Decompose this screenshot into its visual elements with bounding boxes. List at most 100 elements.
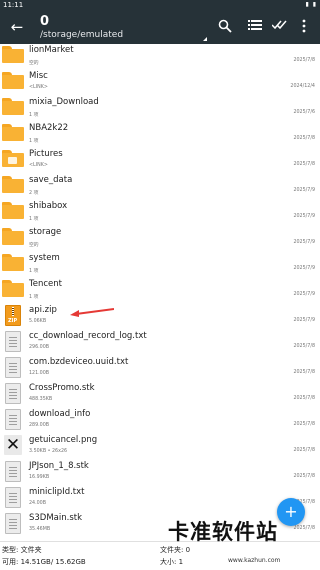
annotation-arrow-icon bbox=[70, 308, 114, 317]
item-name: cc_download_record_log.txt bbox=[29, 331, 147, 341]
document-file-icon bbox=[5, 357, 21, 378]
item-date: 2025/7/8 bbox=[293, 396, 315, 401]
list-item-file[interactable]: S3DMain.stk 35.46MB 2025/7/8 bbox=[0, 512, 320, 538]
item-date: 2025/7/8 bbox=[293, 344, 315, 349]
folder-icon bbox=[2, 124, 24, 141]
item-date: 2025/7/9 bbox=[293, 214, 315, 219]
folder-icon bbox=[2, 254, 24, 271]
item-name: NBA2k22 bbox=[29, 123, 69, 133]
list-item-file[interactable]: miniclipId.txt 24.00B 2025/7/8 bbox=[0, 486, 320, 512]
item-meta: <LINK> bbox=[29, 163, 48, 168]
document-file-icon bbox=[5, 461, 21, 482]
item-date: 2025/7/8 bbox=[293, 422, 315, 427]
list-item-file[interactable]: com.bzdeviceo.uuid.txt 121.00B 2025/7/8 bbox=[0, 356, 320, 382]
item-meta: 1 项 bbox=[29, 217, 39, 222]
item-meta: 35.46MB bbox=[29, 527, 51, 532]
item-meta: 2 项 bbox=[29, 191, 39, 196]
item-name: miniclipId.txt bbox=[29, 487, 85, 497]
close-x-image-icon: ✕ bbox=[4, 435, 22, 455]
folder-icon bbox=[2, 98, 24, 115]
overflow-menu-icon[interactable] bbox=[296, 19, 312, 35]
document-file-icon bbox=[5, 487, 21, 508]
list-item-folder[interactable]: lionMarket 空的 2025/7/8 bbox=[0, 44, 320, 70]
item-name: S3DMain.stk bbox=[29, 513, 83, 523]
toolbar-path[interactable]: /storage/emulated bbox=[40, 30, 123, 40]
item-date: 2025/7/8 bbox=[293, 448, 315, 453]
item-date: 2025/7/8 bbox=[293, 58, 315, 63]
item-date: 2025/7/8 bbox=[293, 526, 315, 531]
list-item-folder[interactable]: storage 空的 2025/7/9 bbox=[0, 226, 320, 252]
footer-free-space: 可用: 14.51GB/ 15.62GB bbox=[2, 558, 86, 566]
item-meta: 16.99KB bbox=[29, 475, 50, 480]
list-item-file[interactable]: JPJson_1_8.stk 16.99KB 2025/7/8 bbox=[0, 460, 320, 486]
item-meta: 5.06KB bbox=[29, 319, 47, 324]
item-meta: 488.35KB bbox=[29, 397, 53, 402]
item-date: 2025/7/9 bbox=[293, 318, 315, 323]
status-time: 11:11 bbox=[3, 1, 24, 9]
list-item-folder[interactable]: Misc <LINK> 2024/12/4 bbox=[0, 70, 320, 96]
item-meta: 1 项 bbox=[29, 295, 39, 300]
folder-icon bbox=[2, 202, 24, 219]
item-meta: 296.00B bbox=[29, 345, 50, 350]
folder-icon bbox=[2, 72, 24, 89]
item-name: CrossPromo.stk bbox=[29, 383, 95, 393]
add-fab-button[interactable]: + bbox=[277, 498, 305, 526]
item-name: com.bzdeviceo.uuid.txt bbox=[29, 357, 129, 367]
footer-type: 类型: 文件夹 bbox=[2, 546, 42, 554]
list-item-file[interactable]: cc_download_record_log.txt 296.00B 2025/… bbox=[0, 330, 320, 356]
list-item-folder[interactable]: shibabox 1 项 2025/7/9 bbox=[0, 200, 320, 226]
item-date: 2025/7/8 bbox=[293, 474, 315, 479]
select-all-icon[interactable] bbox=[271, 19, 288, 35]
item-meta: 121.00B bbox=[29, 371, 50, 376]
list-item-folder[interactable]: mixia_Download 1 项 2025/7/6 bbox=[0, 96, 320, 122]
watermark-url: www.kazhun.com bbox=[228, 557, 281, 564]
list-view-icon[interactable] bbox=[247, 19, 263, 35]
item-name: Pictures bbox=[29, 149, 63, 159]
item-name: system bbox=[29, 253, 60, 263]
item-meta: 1 项 bbox=[29, 113, 39, 118]
zip-file-icon: ZIP bbox=[5, 305, 21, 326]
item-name: download_info bbox=[29, 409, 91, 419]
toolbar-title: 0 bbox=[40, 14, 50, 29]
path-dropdown-icon[interactable] bbox=[203, 37, 207, 41]
item-name: storage bbox=[29, 227, 62, 237]
search-icon[interactable] bbox=[217, 19, 233, 35]
item-name: Misc bbox=[29, 71, 48, 81]
list-item-image[interactable]: ✕ getuicancel.png 3.50KB • 26x26 2025/7/… bbox=[0, 434, 320, 460]
item-name: JPJson_1_8.stk bbox=[29, 461, 89, 471]
item-date: 2025/7/9 bbox=[293, 292, 315, 297]
footer-folder-count: 文件夹: 0 bbox=[160, 546, 191, 554]
item-meta: 空的 bbox=[29, 243, 39, 248]
item-meta: <LINK> bbox=[29, 85, 48, 90]
item-meta: 1 项 bbox=[29, 269, 39, 274]
item-date: 2025/7/8 bbox=[293, 136, 315, 141]
back-arrow-icon[interactable]: ← bbox=[8, 18, 26, 36]
folder-icon bbox=[2, 176, 24, 193]
item-date: 2025/7/8 bbox=[293, 370, 315, 375]
status-bar: 11:11 ▮ ▮ bbox=[0, 0, 320, 10]
item-date: 2025/7/9 bbox=[293, 266, 315, 271]
item-meta: 1 项 bbox=[29, 139, 39, 144]
item-date: 2025/7/6 bbox=[293, 110, 315, 115]
status-battery-icon: ▮ ▮ bbox=[305, 1, 317, 8]
item-meta: 3.50KB • 26x26 bbox=[29, 449, 68, 454]
list-item-zip[interactable]: ZIP api.zip 5.06KB 2025/7/9 bbox=[0, 304, 320, 330]
list-item-folder[interactable]: Tencent 1 项 2025/7/9 bbox=[0, 278, 320, 304]
file-list: lionMarket 空的 2025/7/8 Misc <LINK> 2024/… bbox=[0, 44, 320, 541]
pictures-folder-icon bbox=[2, 150, 24, 167]
list-item-file[interactable]: CrossPromo.stk 488.35KB 2025/7/8 bbox=[0, 382, 320, 408]
list-item-file[interactable]: download_info 289.00B 2025/7/8 bbox=[0, 408, 320, 434]
item-name: save_data bbox=[29, 175, 73, 185]
list-item-folder[interactable]: save_data 2 项 2025/7/9 bbox=[0, 174, 320, 200]
footer-size: 大小: 1 bbox=[160, 558, 184, 566]
list-item-folder[interactable]: NBA2k22 1 项 2025/7/8 bbox=[0, 122, 320, 148]
item-meta: 289.00B bbox=[29, 423, 50, 428]
item-date: 2024/12/4 bbox=[290, 84, 315, 89]
list-item-folder[interactable]: system 1 项 2025/7/9 bbox=[0, 252, 320, 278]
document-file-icon bbox=[5, 331, 21, 352]
list-item-folder[interactable]: Pictures <LINK> 2025/7/8 bbox=[0, 148, 320, 174]
toolbar: ← 0 /storage/emulated bbox=[0, 10, 320, 44]
info-footer: 类型: 文件夹 可用: 14.51GB/ 15.62GB 文件夹: 0 大小: … bbox=[0, 541, 320, 570]
item-meta: 空的 bbox=[29, 61, 39, 66]
folder-icon bbox=[2, 280, 24, 297]
